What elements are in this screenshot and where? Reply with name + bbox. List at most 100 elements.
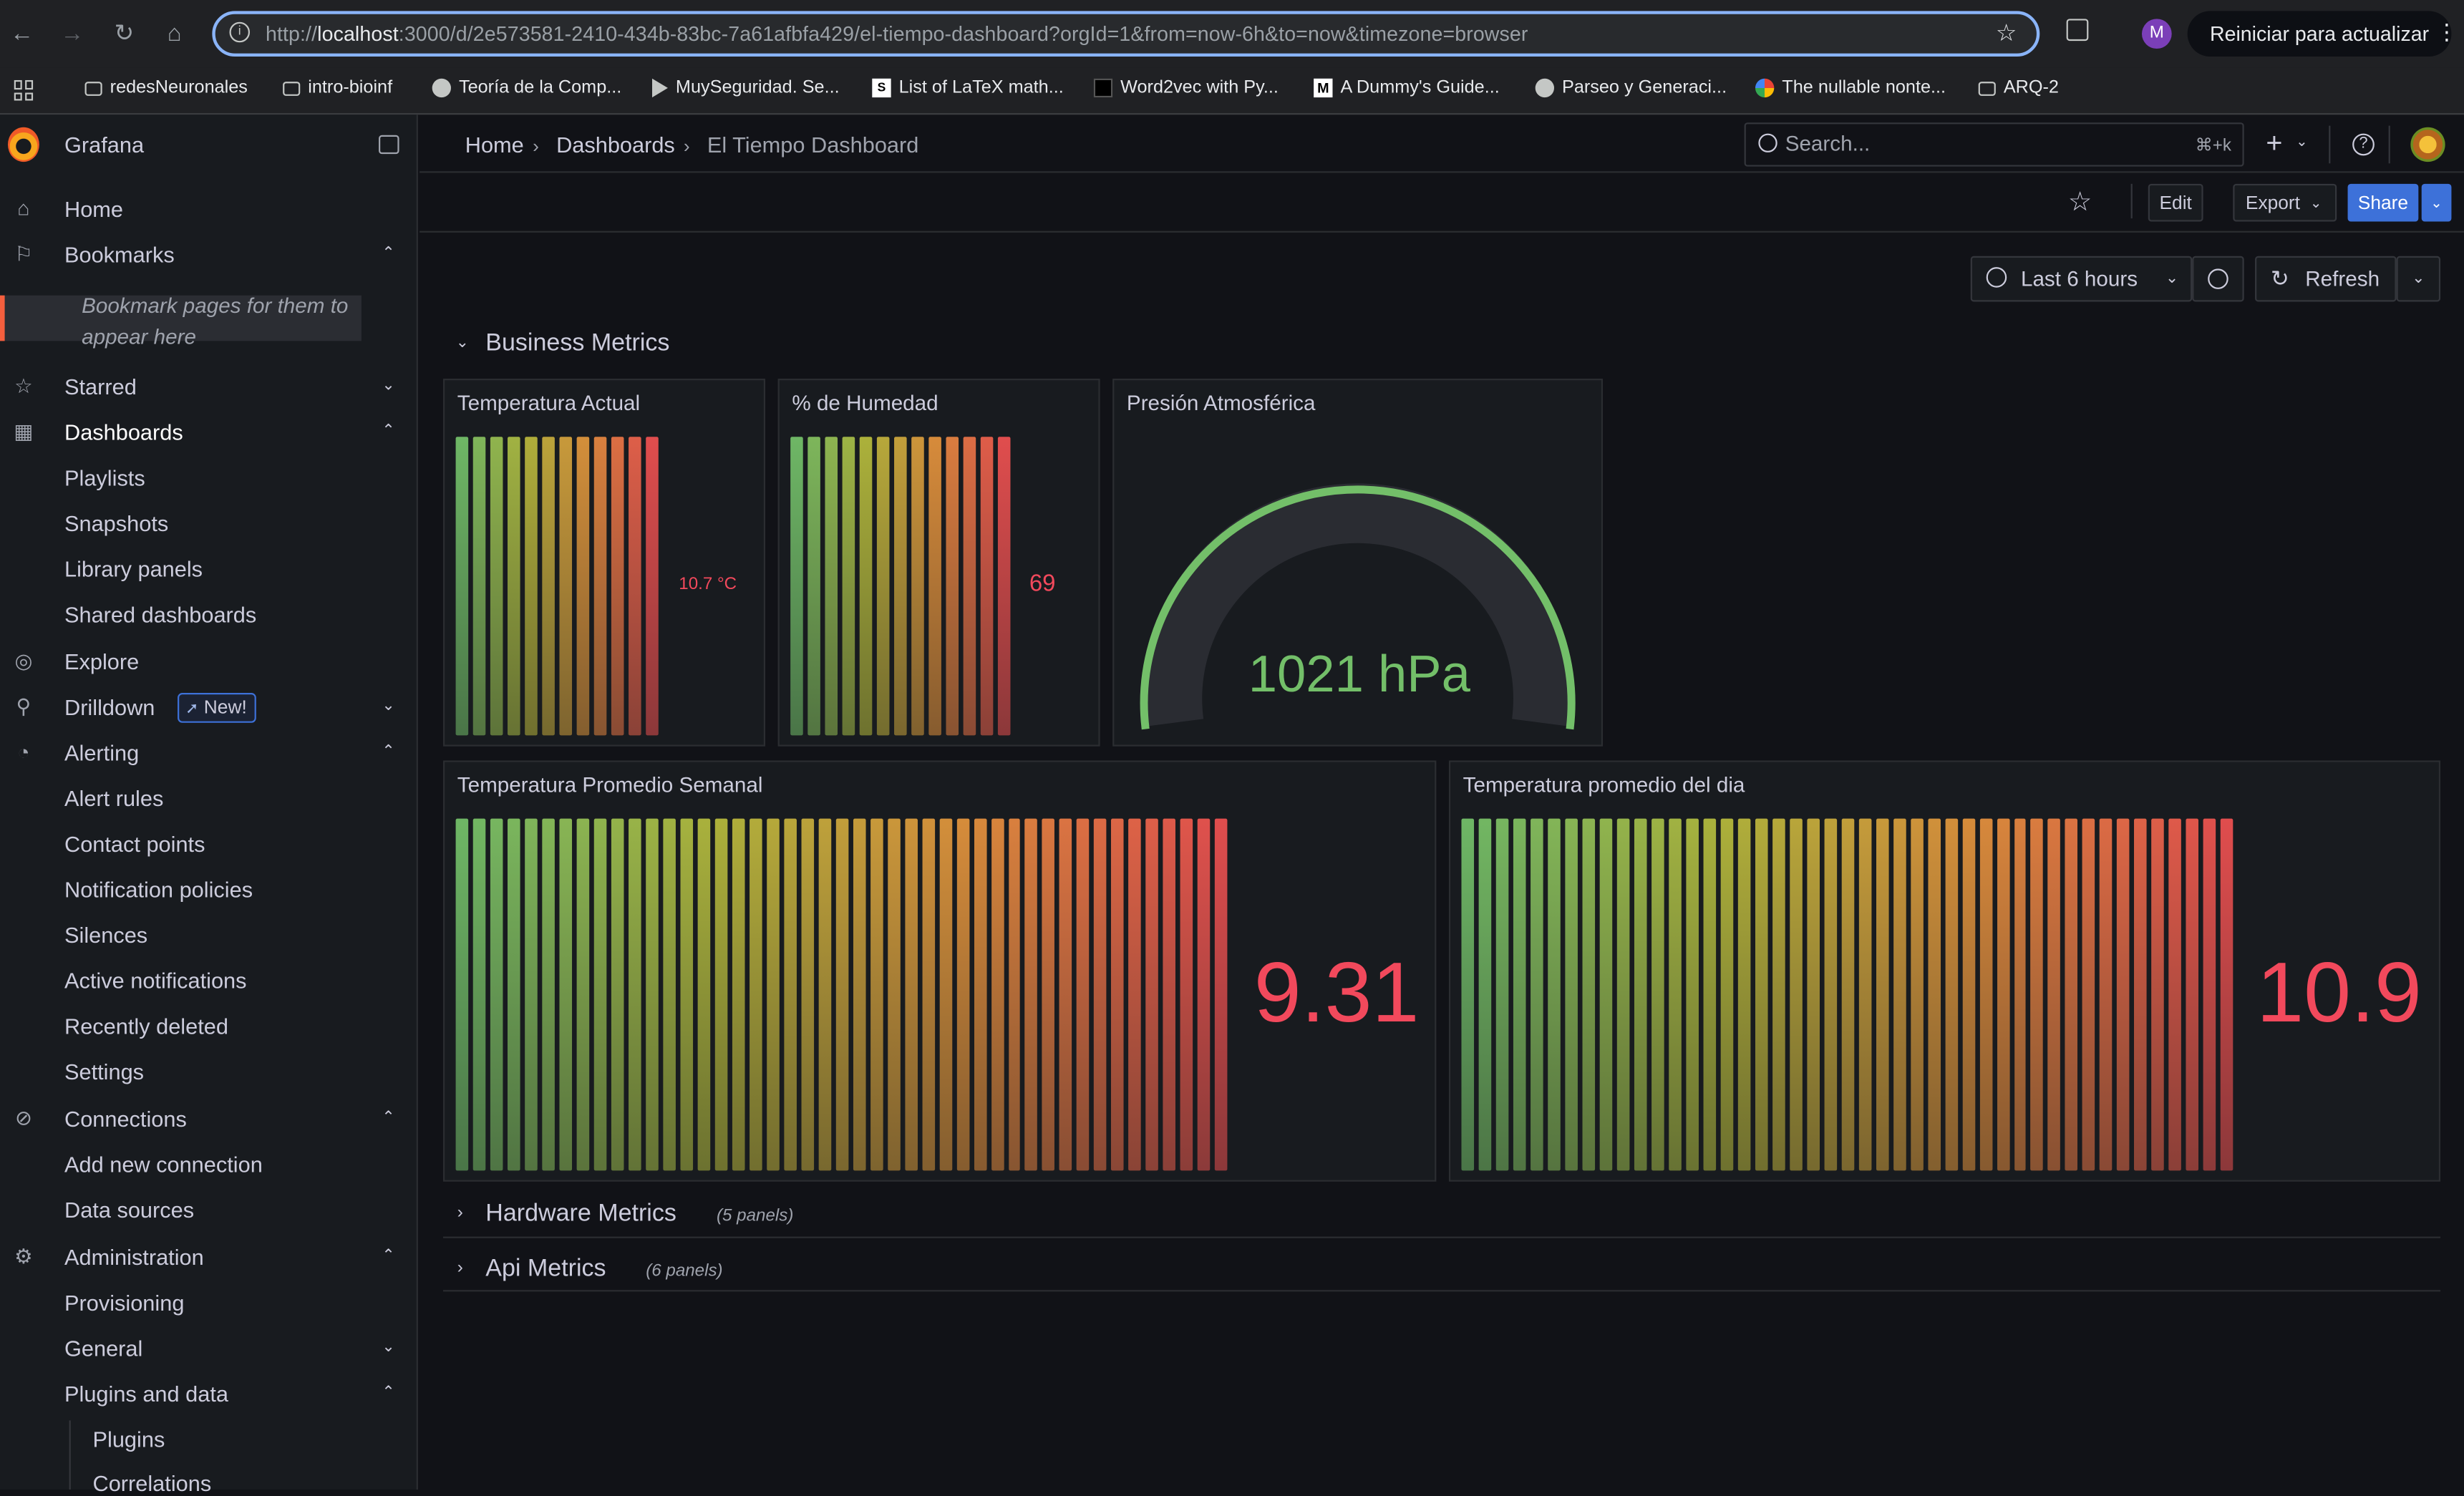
chevron-up-icon[interactable]: ⌃ [382,1109,394,1127]
help-icon[interactable]: ? [2352,133,2375,156]
chevron-down-icon[interactable]: ⌄ [382,1339,394,1356]
tree-line [69,1420,71,1490]
nav-active-indicator [0,295,5,341]
relaunch-button[interactable]: Reiniciar para actualizar [2187,11,2452,57]
nav-provisioning[interactable]: Provisioning [64,1290,184,1315]
nav-plugins[interactable]: Plugins [93,1427,165,1452]
edit-button[interactable]: Edit [2148,183,2203,222]
bookmark-item[interactable]: intro-bioinf [283,79,392,97]
share-button[interactable]: Share [2347,183,2419,222]
nav-explore[interactable]: Explore [64,649,139,674]
row-hardware-metrics[interactable]: Hardware Metrics [485,1200,676,1229]
chevron-down-icon[interactable]: ⌄ [382,377,394,394]
chevron-up-icon[interactable]: ⌃ [382,1248,394,1265]
nav-snapshots[interactable]: Snapshots [64,510,168,535]
bookmark-item[interactable]: MA Dummy's Guide... [1314,78,1500,98]
grafana-logo-icon[interactable] [7,127,39,162]
chevron-up-icon[interactable]: ⌃ [382,1384,394,1402]
chevron-up-icon[interactable]: ⌃ [382,422,394,439]
panel-title: Presión Atmosférica [1126,391,1316,415]
bookmark-item[interactable]: The nullable nonte... [1755,78,1946,98]
panel-temperatura-promedio-dia[interactable]: Temperatura promedio del dia 10.9 [1448,760,2441,1182]
nav-home[interactable]: Home [64,196,123,221]
row-divider [443,1236,2441,1238]
row-business-metrics[interactable]: Business Metrics [485,330,669,359]
bar-segment [1059,818,1073,1171]
reload-icon[interactable]: ↻ [108,19,140,50]
chevron-up-icon[interactable]: ⌃ [382,245,394,262]
bookmark-item[interactable]: Parseo y Generaci... [1535,78,1727,98]
bookmark-item[interactable]: Teoría de la Comp... [432,78,621,98]
globe-icon [1535,78,1555,98]
url-text[interactable]: http://localhost:3000/d/2e573581-2410-43… [266,22,1528,46]
address-bar[interactable]: i http://localhost:3000/d/2e573581-2410-… [212,11,2040,57]
breadcrumb-home[interactable]: Home [465,132,524,157]
clock-icon [1986,267,2007,288]
export-button[interactable]: Export ⌄ [2233,183,2337,222]
nav-recently-deleted[interactable]: Recently deleted [64,1014,228,1039]
home-icon[interactable]: ⌂ [159,19,190,50]
chevron-up-icon[interactable]: ⌃ [382,743,394,760]
nav-plugins-and-data[interactable]: Plugins and data [64,1381,228,1407]
nav-drilldown[interactable]: Drilldown [64,694,155,719]
panel-temperatura-promedio-semanal[interactable]: Temperatura Promedio Semanal 9.31 [443,760,1437,1182]
profile-avatar[interactable]: M [2141,19,2172,49]
search-placeholder: Search... [1785,132,1871,156]
nav-library-panels[interactable]: Library panels [64,556,203,581]
bookmark-star-icon[interactable]: ☆ [1996,19,2017,47]
forward-icon[interactable]: → [57,19,88,50]
bookmark-item[interactable]: S List of LaTeX math... [872,78,1064,98]
mark-favorite-star-icon[interactable]: ☆ [2068,187,2092,218]
chevron-down-icon[interactable]: ⌄ [2296,134,2308,151]
dock-menu-icon[interactable] [379,135,399,155]
panel-humedad[interactable]: % de Humedad 69 [777,379,1100,747]
nav-dashboards[interactable]: Dashboards [64,419,183,445]
chevron-down-icon[interactable]: ⌄ [456,335,469,352]
breadcrumb-dashboards[interactable]: Dashboards [556,132,675,157]
bar-segment [1703,818,1716,1171]
user-avatar[interactable] [2410,127,2445,162]
chevron-down-icon[interactable]: ⌄ [382,698,394,715]
nav-shared-dashboards[interactable]: Shared dashboards [64,602,256,627]
extensions-icon[interactable] [2066,19,2089,42]
nav-alert-rules[interactable]: Alert rules [64,786,163,811]
browser-menu-icon[interactable]: ⋮ [2435,19,2458,45]
nav-active-notifications[interactable]: Active notifications [64,968,247,993]
nav-bookmarks[interactable]: Bookmarks [64,242,175,267]
nav-data-sources[interactable]: Data sources [64,1198,194,1223]
chevron-right-icon[interactable]: › [457,1258,463,1277]
nav-alerting[interactable]: Alerting [64,740,139,765]
apps-grid-icon[interactable] [14,79,35,101]
nav-connections[interactable]: Connections [64,1106,187,1131]
nav-silences[interactable]: Silences [64,923,147,948]
chevron-right-icon[interactable]: › [457,1203,463,1222]
breadcrumb-separator-icon: › [683,135,690,157]
bookmark-item[interactable]: Word2vec with Py... [1093,78,1279,98]
nav-contact-points[interactable]: Contact points [64,831,205,856]
panel-presion-atmosferica[interactable]: Presión Atmosférica 1021 hPa [1112,379,1604,747]
nav-alerting-settings[interactable]: Settings [64,1059,144,1084]
add-icon[interactable]: + [2266,129,2282,157]
panel-temperatura-actual[interactable]: Temperatura Actual 10.7 °C [443,379,766,747]
nav-add-new-connection[interactable]: Add new connection [64,1152,263,1177]
site-info-icon[interactable]: i [229,21,251,43]
time-range-picker[interactable]: Last 6 hours ⌄ [1970,256,2193,302]
bookmark-item[interactable]: ARQ-2 [1978,79,2059,97]
share-options-button[interactable]: ⌄ [2421,183,2452,222]
bookmark-item[interactable]: redesNeuronales [84,79,248,97]
refresh-interval-button[interactable]: ⌄ [2396,256,2441,302]
search-input[interactable]: Search... ⌘+k [1744,122,2244,167]
zoom-out-button[interactable] [2192,256,2244,302]
refresh-button[interactable]: ↻ Refresh [2255,256,2397,302]
gear-icon: ⚙ [14,1244,33,1268]
row-api-metrics[interactable]: Api Metrics [485,1255,606,1284]
nav-general[interactable]: General [64,1336,142,1361]
nav-playlists[interactable]: Playlists [64,465,145,490]
nav-administration[interactable]: Administration [64,1245,204,1270]
back-icon[interactable]: ← [6,19,38,50]
nav-notification-policies[interactable]: Notification policies [64,877,253,902]
nav-starred[interactable]: Starred [64,374,137,399]
bookmark-item[interactable]: MuySeguridad. Se... [651,78,840,98]
nav-correlations[interactable]: Correlations [93,1471,212,1496]
bar-segment [956,818,969,1171]
